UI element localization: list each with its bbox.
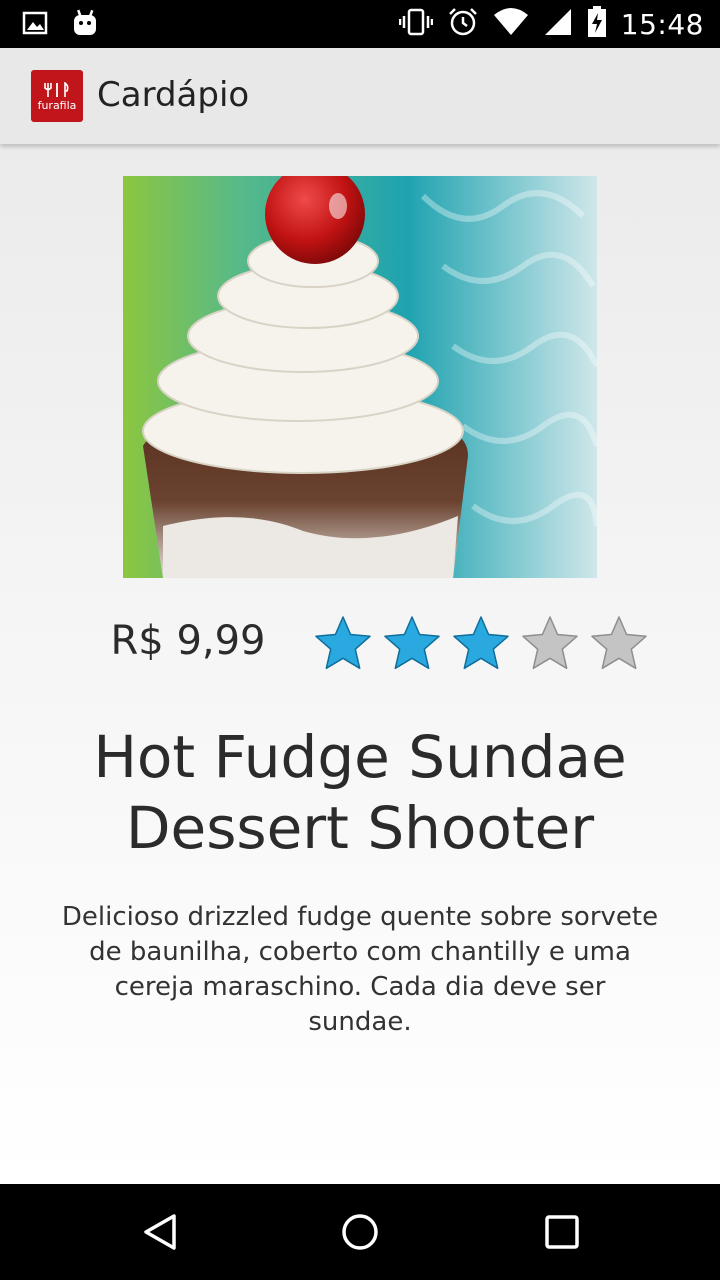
product-name-line2: Dessert Shooter <box>125 794 595 862</box>
battery-charging-icon <box>587 6 607 42</box>
logo-text: furafila <box>37 98 77 112</box>
navigation-bar <box>0 1184 720 1280</box>
app-bar: furafila Cardápio <box>0 48 720 144</box>
cutlery-icon <box>44 81 69 97</box>
recents-icon[interactable] <box>542 1212 582 1252</box>
alarm-icon <box>447 6 479 42</box>
star-empty-icon[interactable] <box>588 614 650 674</box>
product-description: Delicioso drizzled fudge quente sobre so… <box>61 902 659 1037</box>
product-image <box>123 176 597 578</box>
signal-icon <box>543 7 573 41</box>
android-icon <box>72 9 98 41</box>
star-empty-icon[interactable] <box>519 614 581 674</box>
wifi-icon <box>493 7 529 41</box>
app-logo[interactable]: furafila <box>31 70 83 122</box>
product-name: Hot Fudge Sundae Dessert Shooter <box>0 722 720 864</box>
home-icon[interactable] <box>340 1212 380 1252</box>
star-filled-icon[interactable] <box>312 614 374 674</box>
status-time: 15:48 <box>620 7 704 41</box>
back-icon[interactable] <box>140 1212 180 1252</box>
product-name-line1: Hot Fudge Sundae <box>93 723 627 791</box>
product-detail: R$ 9,99 Hot Fudge Sundae Dessert Shooter… <box>0 144 720 1184</box>
status-bar: 15:48 <box>0 0 720 48</box>
image-icon <box>22 10 48 40</box>
rating-bar[interactable] <box>312 614 650 674</box>
star-filled-icon[interactable] <box>450 614 512 674</box>
vibrate-icon <box>398 7 434 41</box>
page-title: Cardápio <box>97 75 250 115</box>
star-filled-icon[interactable] <box>381 614 443 674</box>
